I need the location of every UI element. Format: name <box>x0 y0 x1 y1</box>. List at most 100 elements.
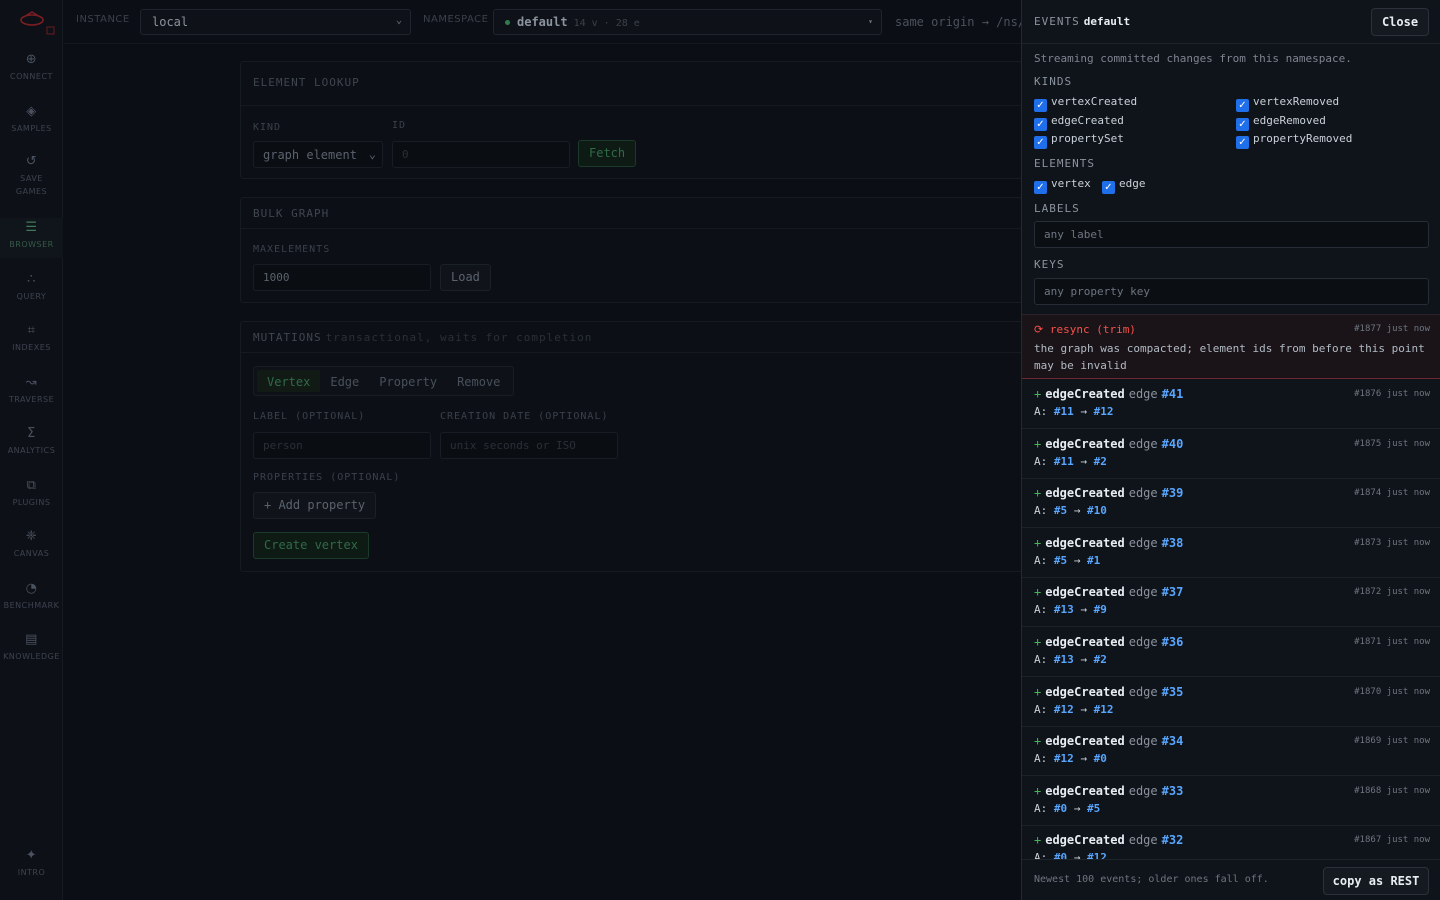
event-to-ref[interactable]: #1 <box>1087 554 1100 567</box>
list-icon: ☰ <box>25 220 38 235</box>
sidebar-item-benchmark[interactable]: ◔ BENCHMARK <box>0 581 63 612</box>
event-from-ref[interactable]: #5 <box>1054 504 1067 517</box>
event-element-id[interactable]: #33 <box>1162 784 1184 798</box>
fetch-button[interactable]: Fetch <box>578 140 637 167</box>
sidebar-item-canvas[interactable]: ❈ CANVAS <box>0 529 63 560</box>
event-row[interactable]: + edgeCreated edge #38 A: #5 → #1 #1873 just … <box>1022 528 1440 578</box>
create-vertex-button[interactable]: Create vertex <box>253 532 369 559</box>
event-from-ref[interactable]: #11 <box>1054 455 1074 468</box>
kind-checkbox-propertySet[interactable]: ✓ propertySet <box>1034 132 1124 149</box>
checkbox-checked-icon[interactable]: ✓ <box>1034 117 1047 131</box>
checkbox-checked-icon[interactable]: ✓ <box>1236 117 1249 131</box>
event-element-id[interactable]: #40 <box>1162 437 1184 451</box>
kind-checkbox-propertyRemoved[interactable]: ✓ propertyRemoved <box>1236 132 1352 149</box>
tab-edge[interactable]: Edge <box>320 370 369 392</box>
sidebar-item-samples[interactable]: ◈ SAMPLES <box>0 104 63 135</box>
kind-checkbox-edgeRemoved[interactable]: ✓ edgeRemoved <box>1236 114 1326 131</box>
event-row[interactable]: + edgeCreated edge #33 A: #0 → #5 #1868 just … <box>1022 776 1440 826</box>
element-checkbox-vertex[interactable]: ✓ vertex <box>1034 177 1091 194</box>
label-input[interactable]: person <box>253 432 431 459</box>
event-title: + edgeCreated edge #40 <box>1034 437 1183 451</box>
event-list[interactable]: + edgeCreated edge #41 A: #11 → #12 #1876 jus… <box>1022 379 1440 859</box>
id-input[interactable]: 0 <box>392 141 570 168</box>
sidebar-item-indexes[interactable]: ⌗ INDEXES <box>0 323 63 354</box>
element-checkbox-edge[interactable]: ✓ edge <box>1102 177 1146 194</box>
kind-checkbox-edgeCreated[interactable]: ✓ edgeCreated <box>1034 114 1124 131</box>
tab-remove[interactable]: Remove <box>447 370 510 392</box>
keys-filter-input[interactable]: any property key <box>1034 278 1429 305</box>
event-to-ref[interactable]: #2 <box>1094 653 1107 666</box>
event-row[interactable]: + edgeCreated edge #32 A: #0 → #12 #1867 just… <box>1022 825 1440 859</box>
sidebar-item-save-games[interactable]: ↺ SAVE GAMES <box>0 154 63 198</box>
event-row[interactable]: + edgeCreated edge #35 A: #12 → #12 #1870 jus… <box>1022 677 1440 727</box>
event-from-ref[interactable]: #12 <box>1054 752 1074 765</box>
event-to-ref[interactable]: #10 <box>1087 504 1107 517</box>
event-to-ref[interactable]: #12 <box>1087 851 1107 859</box>
event-from-ref[interactable]: #13 <box>1054 653 1074 666</box>
event-from-ref[interactable]: #0 <box>1054 851 1067 859</box>
checkbox-checked-icon[interactable]: ✓ <box>1034 136 1047 149</box>
event-from-ref[interactable]: #12 <box>1054 703 1074 716</box>
event-from-ref[interactable]: #13 <box>1054 603 1074 616</box>
event-element-id[interactable]: #39 <box>1162 486 1184 500</box>
event-element-id[interactable]: #35 <box>1162 685 1184 699</box>
sidebar-item-intro[interactable]: ✦ INTRO <box>0 848 63 879</box>
sidebar-item-query[interactable]: ∴ QUERY <box>0 272 63 303</box>
book-icon: ▤ <box>25 632 38 647</box>
plus-icon: + <box>1034 635 1042 649</box>
kind-checkbox-vertexRemoved[interactable]: ✓ vertexRemoved <box>1236 95 1339 112</box>
event-from-ref[interactable]: #0 <box>1054 802 1067 815</box>
sidebar-item-analytics[interactable]: Σ ANALYTICS <box>0 426 63 457</box>
labels-filter-input[interactable]: any label <box>1034 221 1429 248</box>
namespace-select[interactable]: default 14 v · 28 e ▾ <box>493 9 882 35</box>
creation-date-input[interactable]: unix seconds or ISO <box>440 432 618 459</box>
event-element-id[interactable]: #36 <box>1162 635 1184 649</box>
event-row[interactable]: + edgeCreated edge #39 A: #5 → #10 #1874 just… <box>1022 478 1440 529</box>
event-row[interactable]: + edgeCreated edge #40 A: #11 → #2 #1875 just… <box>1022 429 1440 479</box>
event-to-ref[interactable]: #12 <box>1094 703 1114 716</box>
kind-value: graph element <box>263 148 357 162</box>
event-row[interactable]: + edgeCreated edge #34 A: #12 → #0 #1869 just… <box>1022 726 1440 777</box>
max-elements-input[interactable]: 1000 <box>253 264 431 291</box>
copy-as-rest-button[interactable]: copy as REST <box>1323 867 1429 895</box>
event-row[interactable]: + edgeCreated edge #41 A: #11 → #12 #1876 jus… <box>1022 379 1440 429</box>
instance-select[interactable]: local ⌄ <box>140 9 411 35</box>
close-button[interactable]: Close <box>1371 8 1429 36</box>
event-to-ref[interactable]: #0 <box>1094 752 1107 765</box>
checkbox-checked-icon[interactable]: ✓ <box>1236 136 1249 149</box>
checkbox-checked-icon[interactable]: ✓ <box>1236 99 1249 112</box>
event-detail: A: #5 → #1 <box>1034 553 1101 567</box>
keys-label: KEYS <box>1034 258 1065 271</box>
sidebar-item-connect[interactable]: ⊕ CONNECT <box>0 52 63 83</box>
event-from-ref[interactable]: #11 <box>1054 405 1074 418</box>
checkbox-checked-icon[interactable]: ✓ <box>1102 181 1115 194</box>
event-to-ref[interactable]: #2 <box>1094 455 1107 468</box>
traverse-icon: ↝ <box>25 375 38 390</box>
event-to-ref[interactable]: #5 <box>1087 802 1100 815</box>
load-button[interactable]: Load <box>440 264 491 291</box>
sidebar-item-browser[interactable]: ☰ BROWSER <box>0 218 63 258</box>
tab-vertex[interactable]: Vertex <box>257 370 321 392</box>
event-to-ref[interactable]: #9 <box>1094 603 1107 616</box>
kind-checkbox-vertexCreated[interactable]: ✓ vertexCreated <box>1034 95 1137 112</box>
checkbox-checked-icon[interactable]: ✓ <box>1034 181 1047 194</box>
arrow-right-icon: → <box>1073 405 1094 418</box>
sidebar-item-traverse[interactable]: ↝ TRAVERSE <box>0 375 63 406</box>
add-property-button[interactable]: + Add property <box>253 492 377 519</box>
event-element-id[interactable]: #34 <box>1162 734 1184 748</box>
checkbox-checked-icon[interactable]: ✓ <box>1034 99 1047 112</box>
kind-select[interactable]: graph element ⌄ <box>253 141 383 168</box>
sidebar-item-knowledge[interactable]: ▤ KNOWLEDGE <box>0 632 63 663</box>
event-element-id[interactable]: #37 <box>1162 585 1184 599</box>
event-title: + edgeCreated edge #36 <box>1034 635 1183 649</box>
tab-property[interactable]: Property <box>369 370 447 392</box>
event-element-id[interactable]: #41 <box>1162 387 1184 401</box>
event-row[interactable]: + edgeCreated edge #37 A: #13 → #9 #1872 just… <box>1022 577 1440 628</box>
sidebar-item-plugins[interactable]: ⧉ PLUGINS <box>0 478 63 509</box>
event-element-id[interactable]: #38 <box>1162 536 1184 550</box>
event-from-ref[interactable]: #5 <box>1054 554 1067 567</box>
event-to-ref[interactable]: #12 <box>1094 405 1114 418</box>
event-element-id[interactable]: #32 <box>1162 833 1184 847</box>
event-row[interactable]: + edgeCreated edge #36 A: #13 → #2 #1871 just… <box>1022 627 1440 677</box>
sigma-icon: Σ <box>27 426 36 441</box>
